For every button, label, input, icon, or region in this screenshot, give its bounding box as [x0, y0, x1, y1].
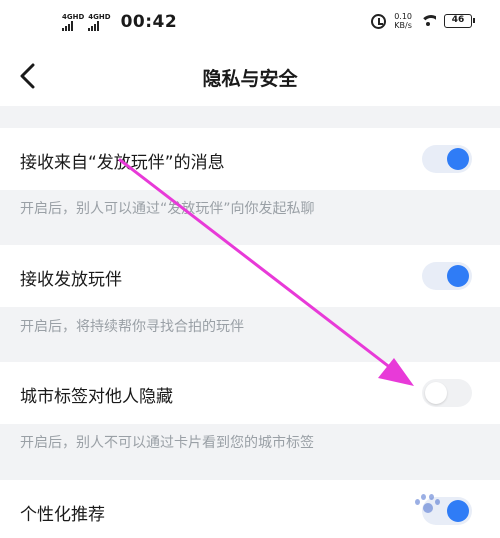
setting-row-receive-matches[interactable]: 接收发放玩伴	[0, 245, 500, 307]
setting-row-friend-messages[interactable]: 接收来自“发放玩伴”的消息	[0, 128, 500, 190]
friend-messages-toggle[interactable]	[422, 145, 472, 173]
setting-hint: 开启后，别人不可以通过卡片看到您的城市标签	[20, 435, 314, 451]
toggle-knob	[447, 148, 469, 170]
paw-icon	[414, 494, 440, 516]
watermark-logo	[392, 492, 464, 522]
status-left: 4GHD 4GHD 00:42	[62, 12, 177, 32]
hide-city-toggle[interactable]	[422, 379, 472, 407]
receive-matches-toggle[interactable]	[422, 262, 472, 290]
speed-value: 0.10	[394, 12, 412, 21]
setting-label: 个性化推荐	[20, 505, 105, 525]
page-title: 隐私与安全	[202, 68, 298, 90]
sim2-label: 4GHD	[88, 13, 111, 21]
wifi-icon	[420, 15, 436, 27]
setting-label: 接收来自“发放玩伴”的消息	[20, 153, 225, 173]
nav-bar: 隐私与安全	[0, 46, 500, 106]
setting-label: 接收发放玩伴	[20, 270, 122, 290]
alarm-icon	[371, 13, 387, 29]
setting-label: 城市标签对他人隐藏	[20, 387, 173, 407]
status-time: 00:42	[120, 12, 178, 32]
status-right: 0.10 KB/s 46	[371, 12, 475, 30]
battery-icon: 46	[444, 14, 475, 28]
toggle-knob	[425, 382, 447, 404]
toggle-knob	[447, 265, 469, 287]
setting-row-hide-city[interactable]: 城市标签对他人隐藏	[0, 362, 500, 424]
sim1-label: 4GHD	[62, 13, 85, 21]
signal-icon: 4GHD	[88, 13, 111, 31]
speed-unit: KB/s	[394, 21, 412, 30]
setting-hint: 开启后，将持续帮你寻找合拍的玩伴	[20, 319, 244, 335]
signal-icon: 4GHD	[62, 13, 84, 31]
network-speed: 0.10 KB/s	[394, 12, 412, 30]
setting-hint: 开启后，别人可以通过“发放玩伴”向你发起私聊	[20, 201, 315, 217]
status-bar: 4GHD 4GHD 00:42 0.10 KB/s 46	[0, 0, 500, 46]
